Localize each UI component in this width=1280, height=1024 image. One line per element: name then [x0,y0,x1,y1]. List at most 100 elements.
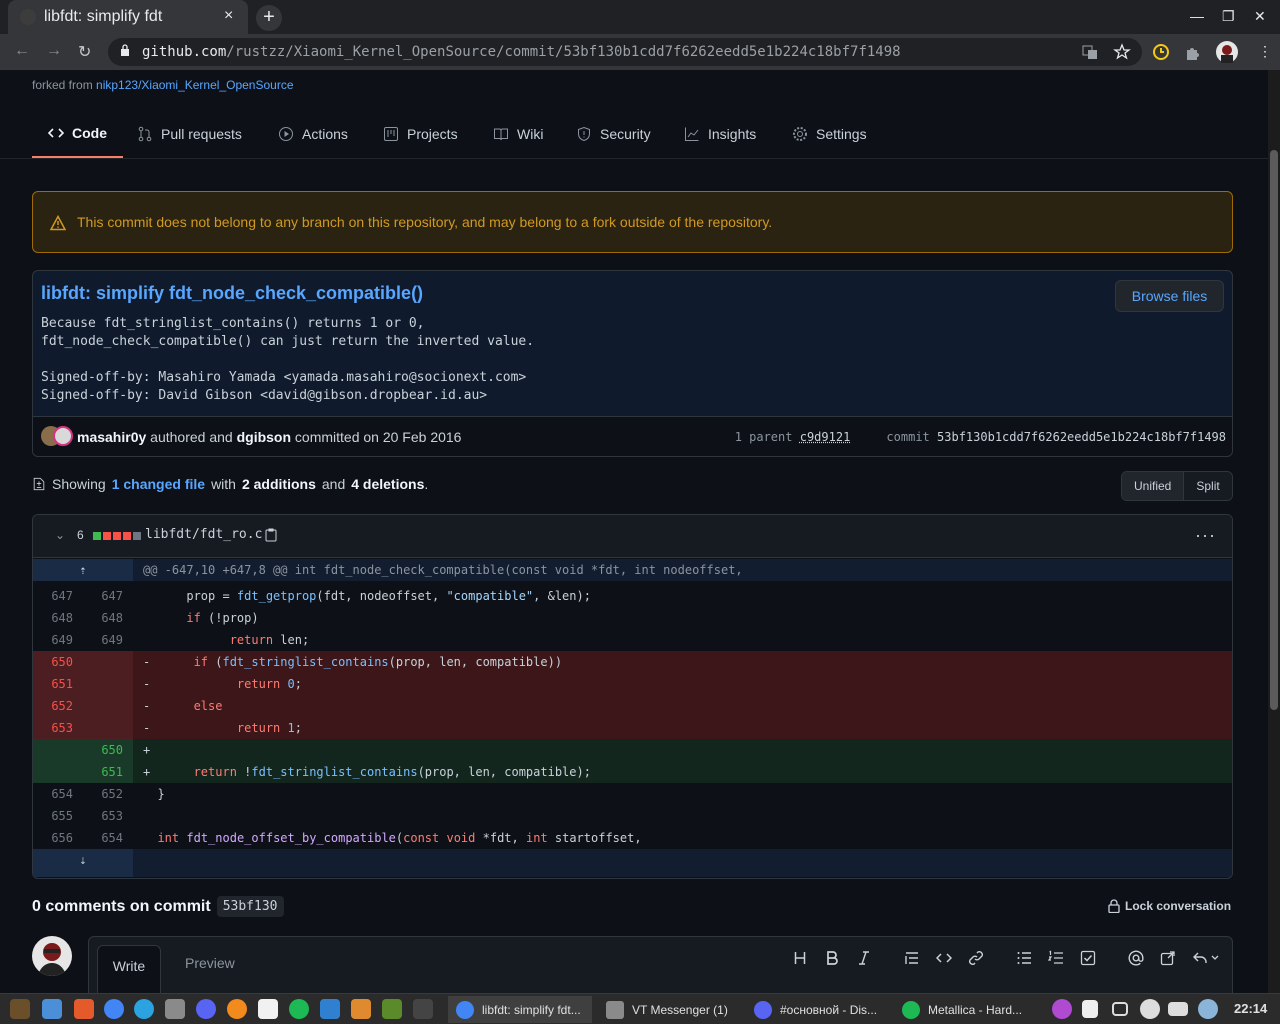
translate-icon[interactable] [1081,43,1099,61]
vscode-icon[interactable] [320,999,340,1019]
tab-settings[interactable]: Settings [776,110,883,158]
new-line-number[interactable]: 648 [83,607,123,629]
task-list-icon[interactable] [1080,950,1096,966]
old-line-number[interactable]: 651 [33,673,73,695]
quote-icon[interactable] [904,950,920,966]
discord-icon[interactable] [196,999,216,1019]
ordered-list-icon[interactable] [1048,950,1064,966]
file-name[interactable]: libfdt/fdt_ro.c [145,527,262,542]
tray-chat-icon[interactable] [1112,1002,1128,1016]
app-icon[interactable] [351,999,371,1019]
new-line-number[interactable]: 649 [83,629,123,651]
forward-icon[interactable]: → [46,42,62,60]
reply-dropdown-icon[interactable] [1192,950,1222,966]
page-scrollbar[interactable] [1268,70,1280,993]
reload-icon[interactable]: ↻ [78,42,91,62]
firefox-icon[interactable] [74,999,94,1019]
chevron-down-icon[interactable]: ⌄ [55,528,65,542]
italic-icon[interactable] [856,950,872,966]
browse-files-button[interactable]: Browse files [1115,280,1224,312]
committer-avatar[interactable] [53,426,73,446]
write-tab[interactable]: Write [97,945,161,993]
taskbar-window-vt[interactable]: VT Messenger (1) [598,996,742,1023]
mention-icon[interactable] [1128,950,1144,966]
parent-commit-link[interactable]: c9d9121 [800,430,851,444]
expand-up-icon[interactable]: ⇡ [33,559,133,581]
file-manager-icon[interactable] [42,999,62,1019]
taskbar-window-chrome[interactable]: libfdt: simplify fdt... [448,996,592,1023]
telegram-icon[interactable] [134,999,154,1019]
old-line-number[interactable]: 648 [33,607,73,629]
old-line-number[interactable]: 653 [33,717,73,739]
vlc-icon[interactable] [227,999,247,1019]
old-line-number[interactable]: 649 [33,629,73,651]
tab-security[interactable]: Security [560,110,667,158]
browser-menu-icon[interactable]: ⋮ [1258,43,1272,60]
window-close-icon[interactable]: ✕ [1254,8,1266,25]
new-line-number[interactable]: 652 [83,783,123,805]
file-options-icon[interactable]: ··· [1195,525,1216,546]
gmail-icon[interactable] [258,999,278,1019]
code-icon[interactable] [936,950,952,966]
old-line-number[interactable]: 647 [33,585,73,607]
chrome-icon[interactable] [104,999,124,1019]
browser-tab-active[interactable]: libfdt: simplify fdt × [8,0,248,34]
tab-code[interactable]: Code [32,110,123,158]
bookmark-star-icon[interactable] [1113,43,1131,61]
tray-keyboard-layout-icon[interactable] [1168,1002,1188,1016]
committer-link[interactable]: dgibson [237,429,291,445]
steam-icon[interactable] [413,999,433,1019]
address-bar[interactable]: github.com/rustzz/Xiaomi_Kernel_OpenSour… [108,38,1142,66]
new-line-number[interactable]: 647 [83,585,123,607]
app-icon[interactable] [382,999,402,1019]
preview-tab[interactable]: Preview [185,955,235,971]
new-line-number[interactable]: 651 [83,761,123,783]
old-line-number[interactable]: 654 [33,783,73,805]
new-line-number[interactable]: 650 [83,739,123,761]
tray-notes-icon[interactable] [1082,1000,1098,1018]
unified-view-button[interactable]: Unified [1122,472,1184,500]
tray-app-icon[interactable] [1052,999,1072,1019]
forked-repo-link[interactable]: nikp123/Xiaomi_Kernel_OpenSource [96,78,293,92]
taskbar-window-spotify[interactable]: Metallica - Hard... [894,996,1038,1023]
scrollbar-thumb[interactable] [1270,150,1278,710]
new-tab-button[interactable]: + [256,5,282,31]
lock-conversation-button[interactable]: Lock conversation [1108,899,1231,913]
back-icon[interactable]: ← [14,42,30,60]
changed-files-link[interactable]: 1 changed file [112,476,205,492]
tray-discord-icon[interactable] [1140,999,1160,1019]
extensions-puzzle-icon[interactable] [1184,43,1202,61]
new-line-number[interactable]: 654 [83,827,123,849]
extension-yellow-icon[interactable] [1152,43,1170,61]
old-line-number[interactable]: 650 [33,651,73,673]
start-menu-icon[interactable] [10,999,30,1019]
tab-close-icon[interactable]: × [224,7,233,25]
tab-wiki[interactable]: Wiki [477,110,559,158]
unordered-list-icon[interactable] [1016,950,1032,966]
window-maximize-icon[interactable]: ❐ [1222,8,1235,25]
taskbar-window-discord[interactable]: #основной - Dis... [746,996,890,1023]
old-line-number[interactable]: 652 [33,695,73,717]
tab-actions[interactable]: Actions [262,110,364,158]
spotify-icon[interactable] [289,999,309,1019]
old-line-number[interactable]: 656 [33,827,73,849]
author-link[interactable]: masahir0y [77,429,146,445]
copy-path-icon[interactable] [265,528,277,542]
cross-reference-icon[interactable] [1160,950,1176,966]
split-view-button[interactable]: Split [1183,472,1232,500]
tab-insights[interactable]: Insights [668,110,772,158]
vt-messenger-icon[interactable] [165,999,185,1019]
tab-projects[interactable]: Projects [367,110,474,158]
old-line-number[interactable]: 655 [33,805,73,827]
tab-pull-requests[interactable]: Pull requests [121,110,258,158]
bold-icon[interactable] [824,950,840,966]
heading-icon[interactable] [792,950,808,966]
profile-avatar[interactable] [1216,41,1238,63]
expand-down-icon[interactable]: ⇣ [33,849,133,871]
window-minimize-icon[interactable]: — [1190,8,1204,24]
new-line-number[interactable]: 653 [83,805,123,827]
commit-message: Because fdt_stringlist_contains() return… [41,316,535,403]
user-avatar[interactable] [32,936,72,976]
link-icon[interactable] [968,950,984,966]
tray-vpn-icon[interactable] [1198,999,1218,1019]
